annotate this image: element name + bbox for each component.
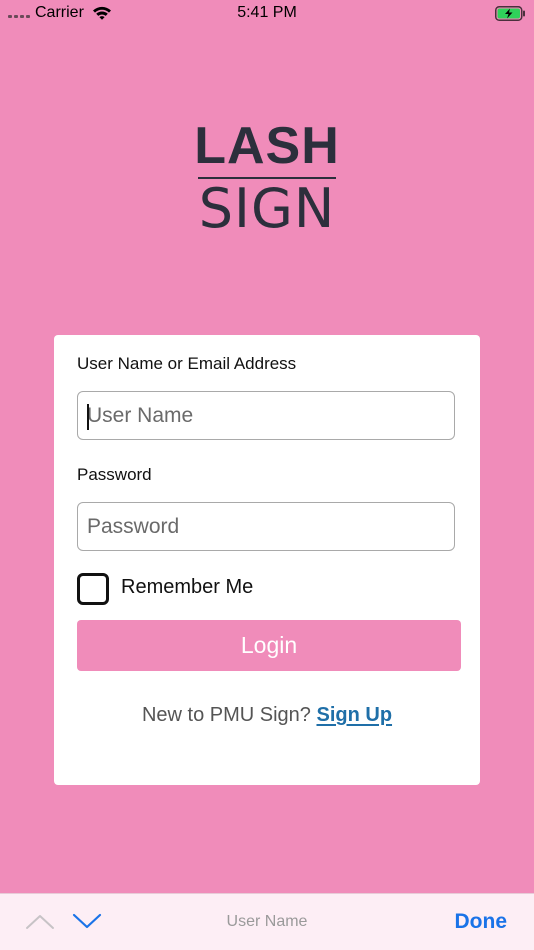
text-caret — [87, 404, 89, 430]
keyboard-accessory-bar: User Name Done — [0, 893, 534, 950]
status-bar: Carrier 5:41 PM — [0, 0, 534, 28]
logo-top-text: LASH — [194, 117, 340, 175]
remember-me-label[interactable]: Remember Me — [121, 576, 253, 599]
sign-up-link[interactable]: Sign Up — [316, 704, 392, 726]
password-input[interactable] — [77, 502, 455, 551]
status-time: 5:41 PM — [237, 4, 297, 21]
remember-me-checkbox[interactable] — [77, 573, 109, 605]
username-label: User Name or Email Address — [77, 354, 297, 373]
login-card: User Name or Email Address Password Reme… — [54, 335, 480, 785]
signup-row: New to PMU Sign? Sign Up — [54, 704, 480, 727]
password-label: Password — [77, 465, 152, 484]
username-input[interactable] — [77, 391, 455, 440]
login-button[interactable]: Login — [77, 620, 461, 671]
done-button[interactable]: Done — [455, 910, 508, 934]
signup-prompt: New to PMU Sign? — [141, 704, 311, 726]
logo-bottom-text: SIGN — [198, 177, 336, 240]
app-logo: LASH SIGN — [0, 118, 534, 239]
battery-charging-icon — [495, 6, 526, 26]
